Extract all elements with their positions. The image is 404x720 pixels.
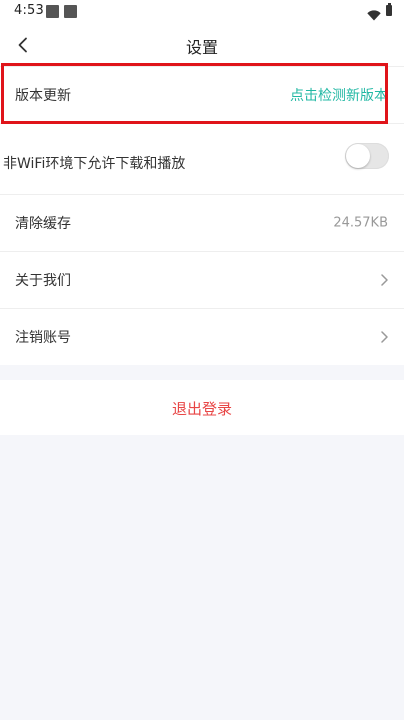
notification-square-icon <box>64 5 77 18</box>
clear-cache-label: 清除缓存 <box>15 216 71 232</box>
version-update-row[interactable]: 版本更新 点击检测新版本 <box>0 67 404 124</box>
cache-size-value: 24.57KB <box>333 215 388 231</box>
chevron-right-icon <box>381 331 388 343</box>
wifi-download-label: 非WiFi环境下允许下载和播放 <box>3 156 186 172</box>
settings-list: 版本更新 点击检测新版本 非WiFi环境下允许下载和播放 清除缓存 24.57K… <box>0 67 404 365</box>
about-us-label: 关于我们 <box>15 273 71 289</box>
check-new-version-link[interactable]: 点击检测新版本 <box>290 85 388 105</box>
about-us-row[interactable]: 关于我们 <box>0 252 404 309</box>
delete-account-label: 注销账号 <box>15 330 71 346</box>
delete-account-row[interactable]: 注销账号 <box>0 309 404 365</box>
wifi-icon <box>367 6 381 25</box>
logout-section: 退出登录 <box>0 380 404 435</box>
battery-icon <box>386 3 392 16</box>
wifi-download-toggle[interactable] <box>345 143 389 169</box>
version-update-label: 版本更新 <box>15 88 71 104</box>
wifi-download-row: 非WiFi环境下允许下载和播放 <box>0 124 404 195</box>
status-time: 4:53 <box>14 3 44 18</box>
clear-cache-row[interactable]: 清除缓存 24.57KB <box>0 195 404 252</box>
chevron-right-icon <box>381 274 388 286</box>
status-bar: 4:53 <box>0 0 404 24</box>
notification-square-icon <box>46 5 59 18</box>
page-title: 设置 <box>185 38 218 57</box>
toggle-knob <box>346 144 370 168</box>
logout-button[interactable]: 退出登录 <box>0 398 404 419</box>
navigation-bar: 设置 <box>0 24 404 67</box>
